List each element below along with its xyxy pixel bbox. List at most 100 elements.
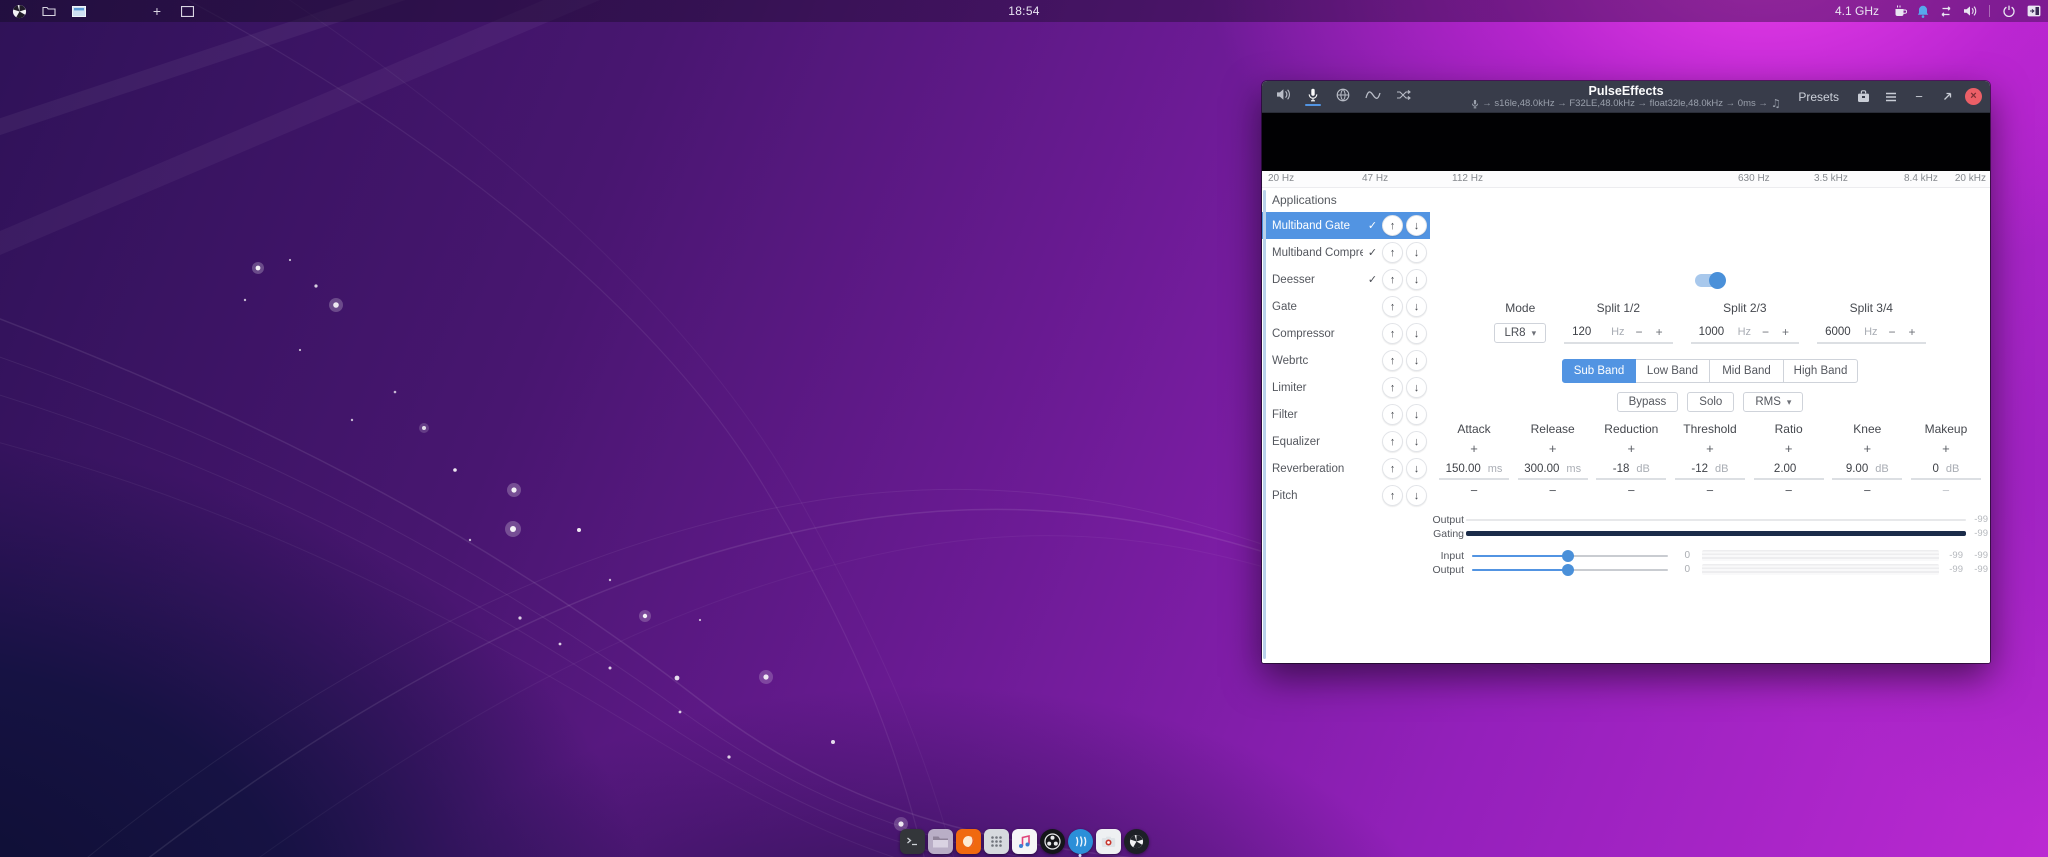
move-up-button[interactable]: ↑ — [1382, 431, 1403, 452]
slider-handle[interactable] — [1562, 550, 1575, 562]
move-down-button[interactable]: ↓ — [1406, 350, 1427, 371]
increment-button[interactable]: + — [1863, 442, 1871, 456]
output-gain-slider[interactable] — [1472, 563, 1668, 576]
media-player-icon[interactable] — [1123, 829, 1149, 854]
decrement-button[interactable]: − — [1863, 484, 1871, 498]
increment-button[interactable]: + — [1785, 442, 1793, 456]
network-icon[interactable] — [1935, 0, 1957, 22]
tab-sub-band[interactable]: Sub Band — [1562, 359, 1636, 383]
move-down-button[interactable]: ↓ — [1406, 242, 1427, 263]
decrement-button[interactable]: − — [1706, 484, 1714, 498]
sidebar-item-equalizer[interactable]: Equalizer ↑ ↓ — [1262, 428, 1430, 455]
plugin-enable-toggle[interactable] — [1695, 272, 1726, 289]
resize-button[interactable] — [1937, 87, 1957, 107]
param-value-field[interactable]: 0 dB — [1910, 461, 1981, 480]
decrement-button[interactable]: − — [1887, 325, 1898, 339]
pulseeffects-icon[interactable] — [1067, 829, 1093, 857]
notification-bell-icon[interactable] — [1913, 0, 1933, 22]
decrement-button[interactable]: − — [1942, 484, 1950, 498]
increment-button[interactable]: + — [1628, 442, 1636, 456]
increment-button[interactable]: + — [1549, 442, 1557, 456]
sidebar-item-multiband-compressor[interactable]: Multiband Compressor ✓ ↑ ↓ — [1262, 239, 1430, 266]
titlebar[interactable]: PulseEffects → s16le,48.0kHz → F32LE,48.… — [1262, 81, 1990, 113]
increment-button[interactable]: + — [1780, 325, 1791, 339]
split23-spinbox[interactable]: 1000 Hz − + — [1690, 323, 1800, 344]
sidebar-scrollbar[interactable] — [1263, 190, 1266, 659]
file-manager-icon[interactable] — [927, 829, 953, 854]
decrement-button[interactable]: − — [1549, 484, 1557, 498]
move-up-button[interactable]: ↑ — [1382, 269, 1403, 290]
music-player-icon[interactable] — [1011, 829, 1037, 854]
move-up-button[interactable]: ↑ — [1382, 242, 1403, 263]
move-up-button[interactable]: ↑ — [1382, 458, 1403, 479]
split12-spinbox[interactable]: 120 Hz − + — [1564, 323, 1673, 344]
split34-spinbox[interactable]: 6000 Hz − + — [1817, 323, 1926, 344]
browser-icon[interactable] — [955, 829, 981, 854]
increment-button[interactable]: + — [1470, 442, 1478, 456]
param-value-field[interactable]: -12 dB — [1674, 461, 1745, 480]
sidebar-item-reverberation[interactable]: Reverberation ↑ ↓ — [1262, 455, 1430, 482]
sidebar-item-webrtc[interactable]: Webrtc ↑ ↓ — [1262, 347, 1430, 374]
decrement-button[interactable]: − — [1785, 484, 1793, 498]
move-up-button[interactable]: ↑ — [1382, 215, 1403, 236]
minimize-button[interactable]: − — [1909, 87, 1929, 107]
decrement-button[interactable]: − — [1628, 484, 1636, 498]
move-down-button[interactable]: ↓ — [1406, 296, 1427, 317]
spectrum-tab-sine-icon[interactable] — [1360, 84, 1386, 110]
terminal-icon[interactable] — [899, 829, 925, 854]
clock[interactable]: 18:54 — [0, 0, 2048, 22]
input-gain-slider[interactable] — [1472, 549, 1668, 562]
solo-button[interactable]: Solo — [1687, 392, 1735, 412]
tab-high-band[interactable]: High Band — [1784, 359, 1858, 383]
toolbox-icon[interactable] — [1853, 87, 1873, 107]
sidebar-item-filter[interactable]: Filter ↑ ↓ — [1262, 401, 1430, 428]
param-value-field[interactable]: 300.00 ms — [1517, 461, 1588, 480]
menu-icon[interactable] — [1881, 87, 1901, 107]
sidebar-item-multiband-gate[interactable]: Multiband Gate ✓ ↑ ↓ — [1262, 212, 1430, 239]
mode-dropdown[interactable]: LR8 ▾ — [1494, 323, 1547, 343]
move-down-button[interactable]: ↓ — [1406, 269, 1427, 290]
pulseaudio-tab-globe-icon[interactable] — [1330, 84, 1356, 110]
slider-handle[interactable] — [1562, 564, 1575, 576]
move-up-button[interactable]: ↑ — [1382, 296, 1403, 317]
move-up-button[interactable]: ↑ — [1382, 377, 1403, 398]
param-value-field[interactable]: 9.00 dB — [1832, 461, 1903, 480]
tab-mid-band[interactable]: Mid Band — [1710, 359, 1784, 383]
presets-button[interactable]: Presets — [1792, 87, 1845, 107]
close-button[interactable]: × — [1965, 88, 1982, 105]
increment-button[interactable]: + — [1942, 442, 1950, 456]
obs-studio-icon[interactable] — [1039, 829, 1065, 854]
sidebar-item-pitch[interactable]: Pitch ↑ ↓ — [1262, 482, 1430, 509]
power-icon[interactable] — [1998, 0, 2020, 22]
move-down-button[interactable]: ↓ — [1406, 485, 1427, 506]
move-down-button[interactable]: ↓ — [1406, 323, 1427, 344]
param-value-field[interactable]: -18 dB — [1596, 461, 1667, 480]
move-down-button[interactable]: ↓ — [1406, 458, 1427, 479]
decrement-button[interactable]: − — [1470, 484, 1478, 498]
increment-button[interactable]: + — [1706, 442, 1714, 456]
applications-button[interactable]: Applications — [1262, 191, 1430, 212]
sidebar-item-deesser[interactable]: Deesser ✓ ↑ ↓ — [1262, 266, 1430, 293]
move-up-button[interactable]: ↑ — [1382, 323, 1403, 344]
decrement-button[interactable]: − — [1760, 325, 1771, 339]
camera-icon[interactable] — [1095, 829, 1121, 854]
move-down-button[interactable]: ↓ — [1406, 404, 1427, 425]
tab-low-band[interactable]: Low Band — [1636, 359, 1710, 383]
increment-button[interactable]: + — [1654, 325, 1665, 339]
move-down-button[interactable]: ↓ — [1406, 431, 1427, 452]
volume-icon[interactable] — [1959, 0, 1981, 22]
decrement-button[interactable]: − — [1634, 325, 1645, 339]
increment-button[interactable]: + — [1907, 325, 1918, 339]
output-tab-speaker-icon[interactable] — [1270, 84, 1296, 110]
move-up-button[interactable]: ↑ — [1382, 485, 1403, 506]
caffeine-icon[interactable] — [1889, 0, 1911, 22]
param-value-field[interactable]: 150.00 ms — [1439, 461, 1509, 480]
sidebar-item-limiter[interactable]: Limiter ↑ ↓ — [1262, 374, 1430, 401]
input-tab-microphone-icon[interactable] — [1300, 84, 1326, 110]
move-down-button[interactable]: ↓ — [1406, 377, 1427, 398]
pipeline-tab-shuffle-icon[interactable] — [1390, 84, 1416, 110]
detection-dropdown[interactable]: RMS ▾ — [1743, 392, 1804, 412]
move-up-button[interactable]: ↑ — [1382, 350, 1403, 371]
move-down-button[interactable]: ↓ — [1406, 215, 1427, 236]
sidebar-item-gate[interactable]: Gate ↑ ↓ — [1262, 293, 1430, 320]
